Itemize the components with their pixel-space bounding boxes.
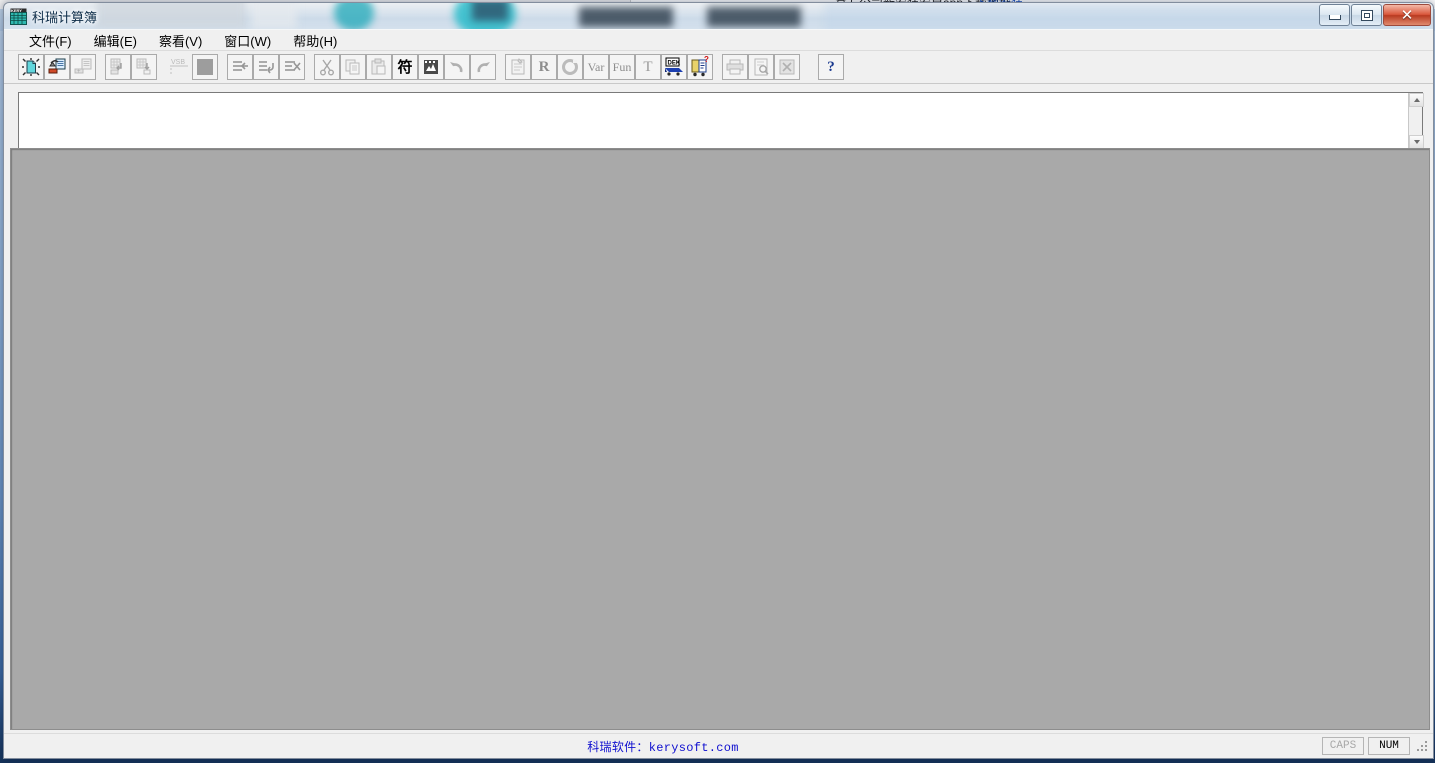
text-icon-label: T: [643, 60, 652, 75]
toolbar-group-calculate: [227, 54, 305, 80]
window-controls: ✕: [1318, 4, 1431, 26]
application-window: KERY 科瑞计算簿 ✕ 文件(F) 编辑(E) 察看(V) 窗口(W) 帮助(…: [3, 2, 1434, 759]
status-message: 科瑞软件：kerysoft.com: [4, 738, 1322, 755]
find-icon[interactable]: [418, 54, 444, 80]
symbol-icon-label: 符: [397, 60, 412, 75]
variable-icon: Var: [583, 54, 609, 80]
paste-icon: [366, 54, 392, 80]
circle-icon: [557, 54, 583, 80]
formula-pane: [18, 92, 1423, 150]
function-icon-label: Fun: [613, 61, 632, 73]
print-preview-icon: [748, 54, 774, 80]
menu-view[interactable]: 察看(V): [148, 29, 213, 52]
toolbar-separator: [96, 55, 105, 79]
resize-grip[interactable]: [1414, 738, 1430, 754]
import-data-icon: [105, 54, 131, 80]
status-badge-caps: CAPS: [1322, 737, 1364, 755]
register-icon: R: [531, 54, 557, 80]
variable-icon-label: Var: [588, 61, 605, 73]
help-book-icon[interactable]: ?: [687, 54, 713, 80]
status-badge-num: NUM: [1368, 737, 1410, 755]
toolbar-separator: [713, 55, 722, 79]
block-icon: [192, 54, 218, 80]
toolbar-group-view: VSB: [166, 54, 218, 80]
minimize-button[interactable]: [1319, 4, 1350, 26]
formula-scrollbar[interactable]: [1408, 93, 1422, 149]
redo-icon: [470, 54, 496, 80]
menu-window[interactable]: 窗口(W): [213, 29, 282, 52]
toolbar-group-help: ?: [818, 54, 844, 80]
help-icon[interactable]: ?: [818, 54, 844, 80]
export-data-icon: [131, 54, 157, 80]
scroll-up-arrow-icon[interactable]: [1409, 93, 1424, 107]
save-document-icon: +: [70, 54, 96, 80]
toolbar-group-transfer: [105, 54, 157, 80]
text-icon: T: [635, 54, 661, 80]
app-icon: KERY: [10, 8, 27, 25]
window-titlebar[interactable]: KERY 科瑞计算簿 ✕: [4, 3, 1433, 30]
function-icon: Fun: [609, 54, 635, 80]
formula-input[interactable]: [19, 93, 1409, 149]
menubar: 文件(F) 编辑(E) 察看(V) 窗口(W) 帮助(H): [4, 30, 1433, 51]
toolbar-separator: [800, 55, 818, 79]
cut-icon: [314, 54, 340, 80]
toolbar-group-print: [722, 54, 800, 80]
toolbar-group-file: +: [18, 54, 96, 80]
copy-icon: [340, 54, 366, 80]
toolbar-separator: [218, 55, 227, 79]
svg-text:?: ?: [704, 56, 709, 64]
vsb-icon: VSB: [166, 54, 192, 80]
calc-clear-icon: [279, 54, 305, 80]
svg-text:VSB: VSB: [171, 59, 185, 66]
toolbar-separator: [496, 55, 505, 79]
close-button[interactable]: ✕: [1383, 4, 1431, 26]
menu-file[interactable]: 文件(F): [18, 29, 83, 52]
dek-icon[interactable]: DEK: [661, 54, 687, 80]
restore-button[interactable]: [1351, 4, 1382, 26]
print-icon: [722, 54, 748, 80]
register-icon-label: R: [539, 60, 550, 75]
menu-help[interactable]: 帮助(H): [282, 29, 348, 52]
undo-icon: [444, 54, 470, 80]
properties-icon: [505, 54, 531, 80]
svg-text:DEK: DEK: [668, 61, 681, 67]
toolbar-separator: [305, 55, 314, 79]
toolbar: +: [4, 51, 1433, 84]
document-workspace[interactable]: [10, 148, 1430, 730]
toolbar-separator: [157, 55, 166, 79]
svg-text:+: +: [77, 69, 81, 75]
menu-edit[interactable]: 编辑(E): [83, 29, 148, 52]
scroll-down-arrow-icon[interactable]: [1409, 135, 1424, 149]
symbol-icon[interactable]: 符: [392, 54, 418, 80]
calc-step-icon: [253, 54, 279, 80]
help-icon-label: ?: [827, 60, 835, 75]
close-window-icon: [774, 54, 800, 80]
statusbar: 科瑞软件：kerysoft.com CAPS NUM: [4, 733, 1433, 758]
new-document-icon[interactable]: [18, 54, 44, 80]
calc-left-icon: [227, 54, 253, 80]
open-document-icon[interactable]: [44, 54, 70, 80]
toolbar-group-edit: 符: [314, 54, 496, 80]
window-title: 科瑞计算簿: [32, 7, 97, 26]
toolbar-group-objects: R Var Fun T DEK: [505, 54, 713, 80]
